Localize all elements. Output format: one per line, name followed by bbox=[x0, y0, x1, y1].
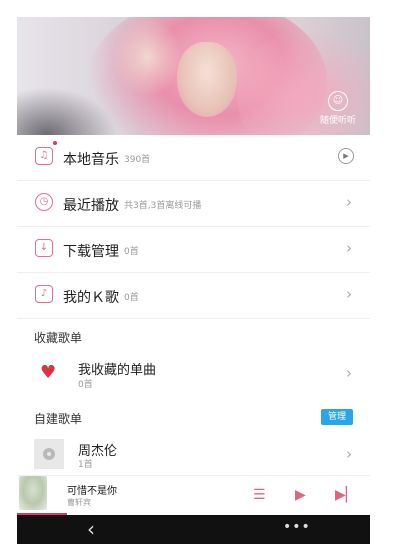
menu-label: 最近播放 bbox=[63, 198, 119, 214]
manage-button[interactable]: 管理 bbox=[321, 409, 353, 425]
favorites-section-title: 收藏歌单 bbox=[34, 331, 83, 345]
back-icon[interactable]: ‹ bbox=[87, 517, 95, 541]
play-icon[interactable]: ▶ bbox=[295, 487, 306, 503]
more-dots-icon[interactable]: ••• bbox=[283, 519, 311, 535]
favorite-title: 我收藏的单曲 bbox=[78, 363, 157, 378]
main-menu: ♫ 本地音乐 390首 ▶ ◷ 最近播放 共3首,3首离线可播 › ↓ 下载管理… bbox=[17, 135, 370, 319]
chevron-right-icon: › bbox=[346, 445, 352, 463]
playlist-count: 1首 bbox=[78, 460, 93, 470]
mini-player[interactable]: 可惜不是你 曹轩宾 ☰ ▶ ▶▏ bbox=[17, 475, 370, 516]
now-playing-artist: 曹轩宾 bbox=[67, 498, 91, 507]
download-icon: ↓ bbox=[35, 239, 53, 257]
shuffle-face-icon: ☺ bbox=[328, 91, 348, 111]
chevron-right-icon: › bbox=[346, 193, 352, 211]
playlist-queue-icon[interactable]: ☰ bbox=[253, 487, 266, 503]
menu-download-manager[interactable]: ↓ 下载管理 0首 › bbox=[17, 227, 370, 273]
chevron-right-icon: › bbox=[346, 239, 352, 257]
chevron-right-icon: › bbox=[346, 285, 352, 303]
custom-playlists-section-title: 自建歌单 bbox=[34, 412, 83, 426]
system-nav-bar: ‹ ••• bbox=[17, 515, 370, 544]
random-play-button[interactable]: ☺ 随便听听 bbox=[318, 91, 358, 126]
favorite-songs-item[interactable]: ♥ 我收藏的单曲 0首 › bbox=[17, 352, 370, 394]
next-track-icon[interactable]: ▶▏ bbox=[335, 487, 357, 503]
hero-hand bbox=[112, 17, 182, 97]
menu-recent-play[interactable]: ◷ 最近播放 共3首,3首离线可播 › bbox=[17, 181, 370, 227]
clock-icon: ◷ bbox=[35, 193, 53, 211]
hero-banner[interactable]: ☺ 随便听听 bbox=[17, 17, 370, 135]
menu-label: 本地音乐 bbox=[63, 152, 119, 168]
favorite-count: 0首 bbox=[78, 380, 93, 390]
disc-icon bbox=[43, 448, 55, 460]
random-play-label: 随便听听 bbox=[319, 116, 356, 126]
music-app: ☺ 随便听听 ♫ 本地音乐 390首 ▶ ◷ 最近播放 共3首,3首离线可播 ›… bbox=[17, 17, 370, 544]
menu-sub: 共3首,3首离线可播 bbox=[124, 201, 202, 211]
album-art[interactable] bbox=[19, 476, 47, 510]
chevron-right-icon: › bbox=[346, 364, 352, 382]
music-note-icon: ♫ bbox=[35, 147, 53, 165]
menu-local-music[interactable]: ♫ 本地音乐 390首 ▶ bbox=[17, 135, 370, 181]
menu-label: 我的Ｋ歌 bbox=[63, 290, 119, 306]
menu-my-karaoke[interactable]: ♪ 我的Ｋ歌 0首 › bbox=[17, 273, 370, 319]
menu-label: 下载管理 bbox=[63, 244, 119, 260]
heart-icon: ♥ bbox=[40, 362, 57, 383]
play-circle-icon[interactable]: ▶ bbox=[338, 148, 354, 164]
new-indicator-dot bbox=[53, 141, 57, 145]
menu-sub: 0首 bbox=[124, 247, 139, 257]
microphone-icon: ♪ bbox=[35, 285, 53, 303]
playlist-item[interactable]: 周杰伦 1首 › bbox=[17, 435, 370, 475]
now-playing-song: 可惜不是你 bbox=[67, 486, 117, 497]
menu-sub: 390首 bbox=[124, 155, 151, 165]
hero-face bbox=[177, 42, 237, 117]
menu-sub: 0首 bbox=[124, 293, 139, 303]
